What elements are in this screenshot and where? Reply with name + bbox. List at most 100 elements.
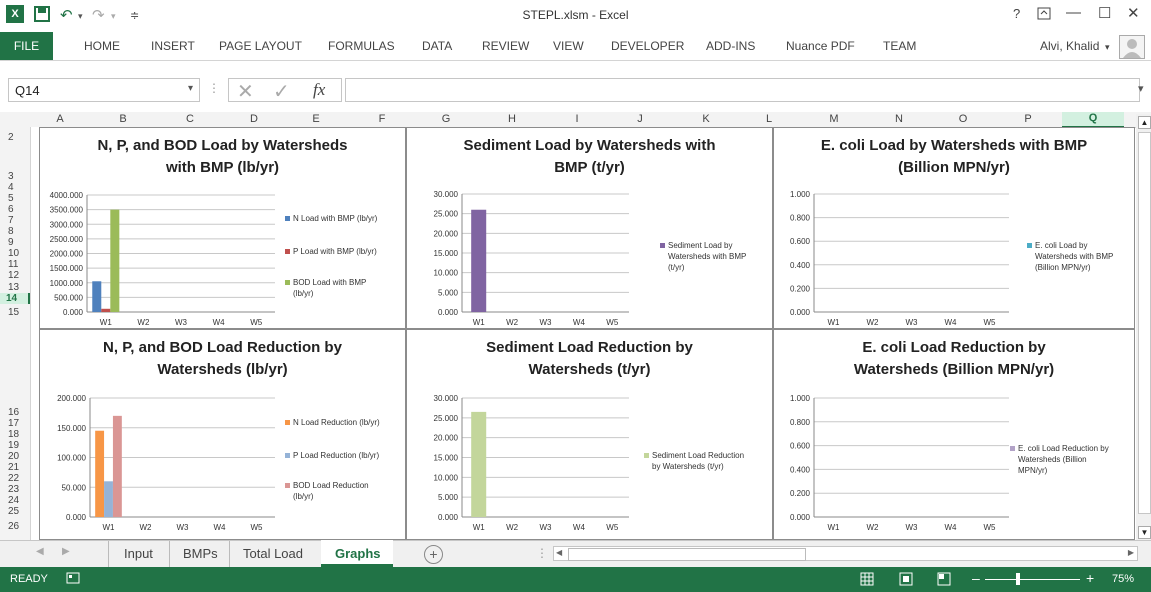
chevron-down-icon[interactable]: ▾ — [188, 83, 193, 94]
worksheet-grid[interactable]: N, P, and BOD Load by Watersheds with BMP… — [31, 127, 1135, 540]
row-header[interactable]: 7 — [8, 215, 14, 226]
page-layout-view-icon[interactable] — [899, 572, 913, 589]
more-options-icon[interactable]: ⋮ — [208, 81, 220, 95]
row-header[interactable]: 10 — [8, 248, 19, 259]
column-header[interactable]: F — [372, 113, 392, 125]
name-box[interactable]: Q14 ▾ — [8, 78, 200, 102]
row-header[interactable]: 26 — [8, 521, 19, 532]
chart-5[interactable]: Sediment Load Reduction by Watersheds (t/… — [406, 329, 773, 540]
help-icon[interactable]: ? — [1013, 6, 1020, 21]
row-header[interactable]: 21 — [8, 462, 19, 473]
formula-input[interactable] — [345, 78, 1140, 102]
column-header[interactable]: E — [306, 113, 326, 125]
sheet-tab-total-load[interactable]: Total Load — [243, 546, 303, 561]
tab-page-layout[interactable]: PAGE LAYOUT — [219, 39, 302, 53]
column-header[interactable]: K — [696, 113, 716, 125]
column-header[interactable]: I — [567, 113, 587, 125]
column-header[interactable]: B — [113, 113, 133, 125]
column-header[interactable]: Q — [1062, 112, 1124, 128]
zoom-out-icon[interactable]: – — [972, 570, 980, 586]
row-header[interactable]: 15 — [8, 307, 19, 318]
maximize-icon[interactable]: ☐ — [1098, 4, 1111, 22]
vertical-scrollbar[interactable]: ▲ ▼ — [1136, 114, 1151, 540]
row-header[interactable]: 4 — [8, 182, 14, 193]
tab-home[interactable]: HOME — [84, 39, 120, 53]
user-name[interactable]: Alvi, Khalid — [1040, 39, 1099, 53]
scroll-up-icon[interactable]: ▲ — [1138, 116, 1151, 129]
chart-3[interactable]: E. coli Load by Watersheds with BMP (Bill… — [773, 127, 1135, 329]
column-header[interactable]: N — [889, 113, 909, 125]
row-header[interactable]: 16 — [8, 407, 19, 418]
horizontal-scrollbar[interactable]: ◀ ▶ — [553, 546, 1138, 561]
column-header[interactable]: L — [759, 113, 779, 125]
scroll-left-icon[interactable]: ◀ — [556, 548, 562, 557]
normal-view-icon[interactable] — [860, 572, 874, 589]
row-header[interactable]: 14 — [0, 293, 30, 304]
ribbon-display-icon[interactable] — [1037, 4, 1051, 25]
chart-4[interactable]: N, P, and BOD Load Reduction by Watershed… — [39, 329, 406, 540]
tab-developer[interactable]: DEVELOPER — [611, 39, 684, 53]
macro-recording-icon[interactable] — [66, 571, 80, 588]
row-header[interactable]: 13 — [8, 282, 19, 293]
add-sheet-icon[interactable]: + — [424, 545, 443, 564]
zoom-slider-thumb[interactable] — [1016, 573, 1020, 585]
tab-review[interactable]: REVIEW — [482, 39, 529, 53]
row-header[interactable]: 8 — [8, 226, 14, 237]
row-header[interactable]: 20 — [8, 451, 19, 462]
row-header[interactable]: 22 — [8, 473, 19, 484]
next-sheet-icon[interactable]: ▶ — [62, 546, 70, 557]
row-header[interactable]: 6 — [8, 204, 14, 215]
tab-nuance-pdf[interactable]: Nuance PDF — [786, 39, 855, 53]
enter-icon[interactable]: ✓ — [273, 79, 290, 104]
row-header[interactable]: 9 — [8, 237, 14, 248]
chart-2[interactable]: Sediment Load by Watersheds with BMP (t/y… — [406, 127, 773, 329]
column-header[interactable]: D — [244, 113, 264, 125]
column-header[interactable]: P — [1018, 113, 1038, 125]
sheet-tab-bmps[interactable]: BMPs — [183, 546, 218, 561]
prev-sheet-icon[interactable]: ◀ — [36, 546, 44, 557]
tab-insert[interactable]: INSERT — [151, 39, 195, 53]
row-header[interactable]: 19 — [8, 440, 19, 451]
tab-formulas[interactable]: FORMULAS — [328, 39, 395, 53]
sheet-tab-graphs[interactable]: Graphs — [335, 546, 381, 561]
column-header[interactable]: H — [502, 113, 522, 125]
splitter-icon[interactable]: ⋮ — [536, 546, 548, 560]
tab-add-ins[interactable]: ADD-INS — [706, 39, 755, 53]
scroll-right-icon[interactable]: ▶ — [1128, 548, 1134, 557]
cancel-icon[interactable]: ✕ — [237, 79, 254, 104]
zoom-level[interactable]: 75% — [1112, 573, 1134, 585]
avatar[interactable] — [1119, 35, 1145, 59]
column-header[interactable]: O — [953, 113, 973, 125]
tab-team[interactable]: TEAM — [883, 39, 916, 53]
expand-formula-bar-icon[interactable]: ▾ — [1138, 82, 1144, 95]
zoom-in-icon[interactable]: + — [1086, 570, 1094, 586]
minimize-icon[interactable]: — — [1066, 4, 1081, 21]
chart-1[interactable]: N, P, and BOD Load by Watersheds with BMP… — [39, 127, 406, 329]
tab-file[interactable]: FILE — [0, 32, 53, 60]
column-header[interactable]: G — [436, 113, 456, 125]
zoom-slider[interactable] — [985, 579, 1080, 580]
row-header[interactable]: 2 — [8, 132, 14, 143]
row-header[interactable]: 11 — [8, 259, 18, 270]
row-header[interactable]: 23 — [8, 484, 19, 495]
row-header[interactable]: 24 — [8, 495, 19, 506]
row-header[interactable]: 3 — [8, 171, 14, 182]
insert-function-button[interactable]: fx — [313, 80, 325, 100]
chart-6[interactable]: E. coli Load Reduction by Watersheds (Bil… — [773, 329, 1135, 540]
column-header[interactable]: A — [50, 113, 70, 125]
sheet-tab-input[interactable]: Input — [124, 546, 153, 561]
scroll-thumb[interactable] — [1138, 132, 1151, 514]
page-break-view-icon[interactable] — [937, 572, 951, 589]
horizontal-scroll-thumb[interactable] — [568, 548, 806, 561]
scroll-down-icon[interactable]: ▼ — [1138, 526, 1151, 539]
column-header[interactable]: J — [630, 113, 650, 125]
row-header[interactable]: 18 — [8, 429, 19, 440]
tab-view[interactable]: VIEW — [553, 39, 584, 53]
row-header[interactable]: 5 — [8, 193, 14, 204]
user-dropdown-icon[interactable]: ▾ — [1105, 42, 1110, 53]
tab-data[interactable]: DATA — [422, 39, 452, 53]
row-header[interactable]: 12 — [8, 270, 19, 281]
column-header[interactable]: C — [180, 113, 200, 125]
column-header[interactable]: M — [824, 113, 844, 125]
row-header[interactable]: 25 — [8, 506, 19, 517]
